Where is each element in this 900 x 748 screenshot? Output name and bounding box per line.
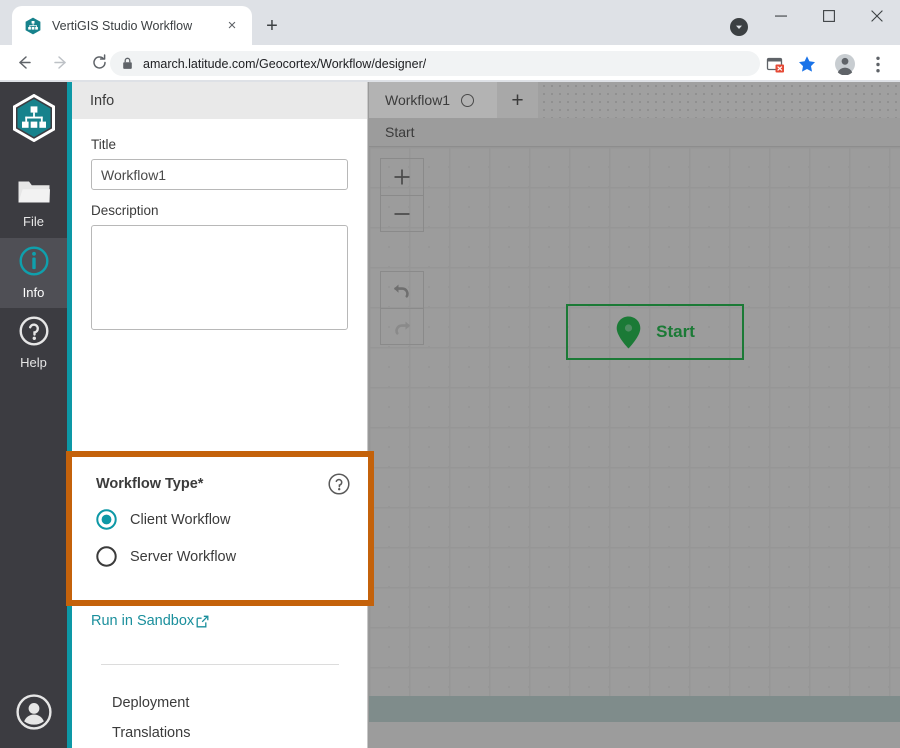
tab-bar-dot-strip — [532, 82, 900, 118]
radio-label: Server Workflow — [130, 549, 236, 565]
info-circle-icon — [19, 246, 49, 281]
browser-toolbar: amarch.latitude.com/Geocortex/Workflow/d… — [0, 45, 900, 80]
title-field-label: Title — [91, 137, 348, 152]
sidebar-item-file[interactable]: File — [0, 168, 67, 238]
workflow-canvas-area: Workflow1 + Start — [369, 82, 900, 748]
circle-outline-icon[interactable] — [461, 94, 474, 107]
required-marker: * — [198, 476, 204, 492]
zoom-controls — [380, 158, 424, 232]
canvas-horizontal-scrollbar[interactable] — [369, 696, 900, 722]
canvas-surface[interactable]: Start — [369, 147, 900, 722]
canvas-tab-workflow1[interactable]: Workflow1 — [369, 82, 488, 118]
sidebar-item-help[interactable]: Help — [0, 308, 67, 378]
back-arrow-icon[interactable] — [8, 48, 38, 78]
external-link-icon — [196, 615, 209, 628]
folder-icon — [17, 178, 51, 210]
lock-icon — [122, 57, 133, 70]
workflow-node-label: Start — [656, 322, 695, 342]
canvas-tab-bar: Workflow1 + — [369, 82, 900, 118]
tab-search-chevron-down-icon[interactable] — [730, 18, 748, 36]
panel-body: Title Description — [72, 119, 367, 335]
close-icon[interactable]: × — [222, 16, 242, 36]
history-controls — [380, 271, 424, 345]
workflow-type-label-text: Workflow Type — [96, 476, 198, 492]
info-panel: Info Title Description Run in Sandbox — [72, 82, 368, 748]
radio-option-server-workflow[interactable]: Server Workflow — [96, 546, 350, 567]
sidebar-item-info[interactable]: Info — [0, 238, 67, 308]
workflow-node-start[interactable]: Start — [566, 304, 744, 360]
window-minimize-button[interactable] — [758, 0, 804, 32]
description-field-label: Description — [91, 203, 348, 218]
radio-option-client-workflow[interactable]: Client Workflow — [96, 509, 350, 530]
three-dot-menu-icon[interactable] — [866, 52, 890, 76]
canvas-tab-label: Workflow1 — [385, 92, 450, 108]
run-in-sandbox-link[interactable]: Run in Sandbox — [91, 613, 209, 629]
user-avatar-icon[interactable] — [16, 694, 52, 730]
browser-tab[interactable]: VertiGIS Studio Workflow × — [12, 6, 252, 45]
run-in-sandbox-label: Run in Sandbox — [91, 613, 194, 629]
sidebar-item-label: File — [23, 214, 44, 229]
undo-arrow-icon[interactable] — [381, 272, 423, 308]
sidebar-item-label: Info — [23, 285, 45, 300]
address-bar-url: amarch.latitude.com/Geocortex/Workflow/d… — [143, 57, 426, 71]
panel-title: Info — [72, 82, 367, 119]
title-input[interactable] — [91, 159, 348, 190]
app-sidebar-rail: File Info — [0, 82, 67, 748]
workflow-type-label: Workflow Type* — [96, 476, 203, 492]
zoom-out-button[interactable] — [381, 195, 423, 231]
address-bar[interactable]: amarch.latitude.com/Geocortex/Workflow/d… — [110, 51, 760, 76]
breadcrumb-item-start[interactable]: Start — [385, 124, 415, 140]
panel-lower-section: Run in Sandbox Deployment Translations — [72, 612, 368, 741]
add-canvas-tab-button[interactable]: + — [497, 82, 538, 118]
window-maximize-button[interactable] — [806, 0, 852, 32]
popup-blocked-icon[interactable] — [763, 52, 787, 76]
question-circle-icon — [19, 316, 49, 351]
workflow-type-highlight: Workflow Type* — [66, 451, 374, 606]
redo-arrow-icon[interactable] — [381, 308, 423, 344]
radio-label: Client Workflow — [130, 512, 230, 528]
breadcrumb: Start — [369, 118, 900, 147]
zoom-in-button[interactable] — [381, 159, 423, 195]
workflow-type-help-icon[interactable] — [328, 473, 350, 495]
app-root: VertiGIS Studio Workflow × + — [0, 0, 900, 748]
forward-arrow-icon — [46, 48, 76, 78]
workflow-designer-app: File Info — [0, 82, 900, 748]
profile-avatar-icon[interactable] — [833, 52, 857, 76]
browser-titlebar: VertiGIS Studio Workflow × + — [0, 0, 900, 45]
radio-unselected-icon — [96, 546, 117, 567]
vertigis-studio-logo — [10, 94, 58, 142]
window-close-button[interactable] — [854, 0, 900, 32]
radio-selected-icon — [96, 509, 117, 530]
panel-link-deployment[interactable]: Deployment — [91, 665, 349, 711]
vertigis-hexagon-icon — [24, 17, 42, 35]
panel-link-translations[interactable]: Translations — [91, 711, 349, 741]
map-pin-icon — [615, 315, 642, 350]
workflow-type-header: Workflow Type* — [96, 473, 350, 495]
browser-tab-title: VertiGIS Studio Workflow — [52, 19, 222, 33]
new-tab-button[interactable]: + — [258, 12, 286, 40]
workflow-type-section: Workflow Type* — [72, 457, 368, 600]
description-textarea[interactable] — [91, 225, 348, 330]
sidebar-item-label: Help — [20, 355, 47, 370]
star-icon[interactable] — [795, 52, 819, 76]
